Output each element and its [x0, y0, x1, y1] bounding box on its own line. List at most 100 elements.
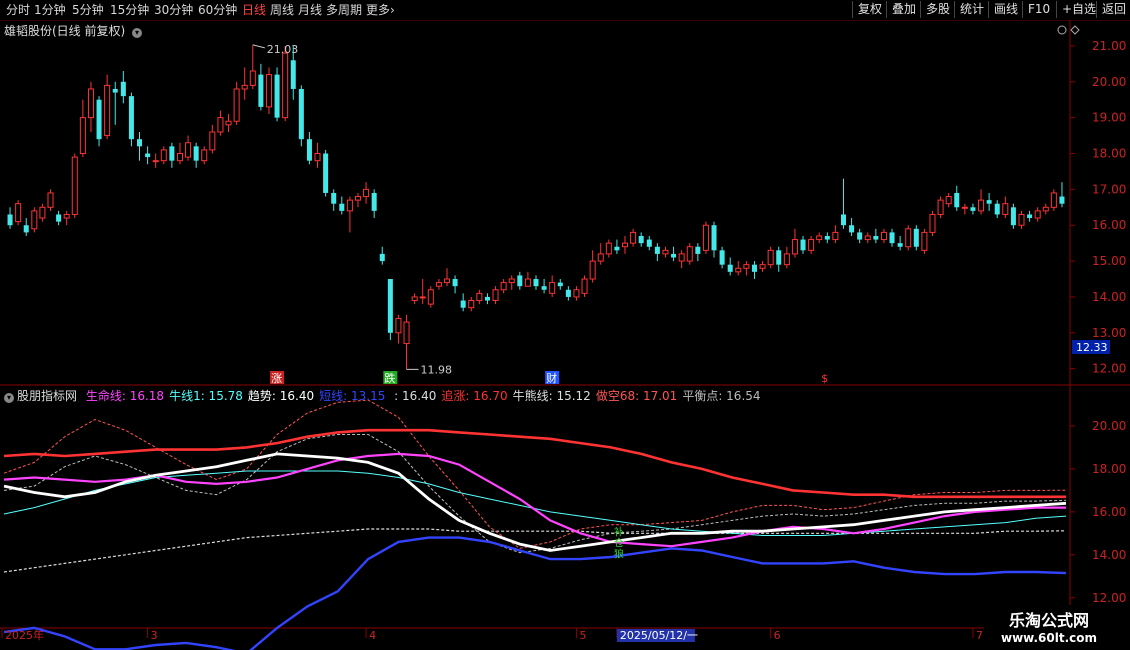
- indicator-value: 做空68: 17.01: [595, 389, 678, 403]
- candle-body: [524, 278, 531, 287]
- candle-body: [87, 88, 94, 119]
- period-tab[interactable]: 分时: [6, 2, 30, 18]
- toolbar-button[interactable]: F10: [1022, 1, 1056, 18]
- toolbar-button[interactable]: 返回: [1096, 1, 1130, 18]
- kline-chart[interactable]: 21.00 20.00 19.00 18.00 17.00 16.00 15.00 14.00…: [0, 20, 1130, 650]
- toolbar-button[interactable]: 复权: [852, 1, 886, 18]
- main-title: 雄韬股份(日线 前复权) ▾: [4, 22, 143, 39]
- candle-body: [339, 203, 345, 211]
- candle-body: [573, 289, 580, 298]
- candle-body: [435, 282, 442, 287]
- candle-body: [314, 153, 321, 162]
- candle-body: [354, 196, 361, 201]
- candle-body: [945, 196, 952, 205]
- toolbar-button[interactable]: 画线: [988, 1, 1022, 18]
- dropdown-icon[interactable]: ▾: [132, 28, 143, 38]
- candle-body: [880, 231, 887, 241]
- period-tab[interactable]: 5分钟: [72, 2, 104, 18]
- date-label: 2025年: [5, 628, 44, 642]
- candle-body: [63, 213, 70, 219]
- candle-body: [913, 228, 919, 247]
- toolbar-button[interactable]: +自选: [1056, 1, 1096, 18]
- price-tick-label: 18.00: [1092, 147, 1126, 161]
- candle-body: [581, 278, 588, 294]
- period-tab[interactable]: 日线: [242, 2, 266, 18]
- candle-body: [403, 321, 410, 345]
- period-tab[interactable]: 多周期: [326, 2, 362, 18]
- period-tab[interactable]: 60分钟: [198, 2, 237, 18]
- date-label: 5: [579, 629, 586, 642]
- candle-body: [176, 153, 183, 162]
- candle-body: [954, 192, 960, 208]
- signal-label: 补: [614, 525, 624, 538]
- candle-body: [702, 224, 709, 251]
- chevron-right-icon[interactable]: ›: [390, 2, 395, 18]
- candle-body: [152, 160, 159, 163]
- candle-body: [508, 278, 515, 284]
- candle-body: [832, 231, 839, 241]
- candle-body: [937, 199, 944, 215]
- candle-body: [533, 279, 539, 287]
- candle-body: [1002, 203, 1009, 215]
- candle-body: [986, 200, 992, 204]
- candle-body: [630, 231, 637, 244]
- candle-body: [638, 235, 644, 244]
- series-line: [3, 428, 1066, 499]
- low-label: 11.98: [421, 363, 453, 376]
- candle-body: [961, 206, 968, 209]
- diamond-icon: [1070, 25, 1080, 35]
- candle-body: [1059, 196, 1065, 204]
- date-label: 4: [369, 629, 376, 642]
- period-tab[interactable]: 周线: [270, 2, 294, 18]
- candle-body: [500, 282, 507, 291]
- price-tick-label: 20.00: [1092, 75, 1126, 89]
- candle-body: [719, 250, 725, 265]
- toolbar-button[interactable]: 统计: [954, 1, 988, 18]
- candle-body: [137, 139, 143, 147]
- price-tick-label: 21.00: [1092, 39, 1126, 53]
- toolbar-button[interactable]: 多股: [920, 1, 954, 18]
- candle-body: [549, 282, 556, 294]
- candle-body: [104, 84, 111, 137]
- candle-body: [427, 289, 434, 305]
- settings-icon[interactable]: ▾: [4, 393, 14, 403]
- candle-body: [646, 239, 652, 247]
- period-tab[interactable]: 15分钟: [110, 2, 149, 18]
- indicator-tick-label: 20.00: [1092, 419, 1126, 433]
- candle-body: [873, 235, 879, 240]
- toolbar-button[interactable]: 叠加: [886, 1, 920, 18]
- candle-body: [791, 239, 798, 255]
- candle-body: [443, 278, 451, 284]
- indicator-value: : 16.40: [390, 389, 437, 403]
- candle-body: [185, 142, 192, 158]
- candle-body: [128, 96, 134, 140]
- candle-body: [517, 275, 523, 287]
- candle-body: [290, 60, 296, 89]
- candle-body: [395, 317, 402, 334]
- candle-body: [371, 192, 377, 211]
- high-label: 21.03: [267, 43, 299, 56]
- candle-body: [816, 235, 823, 241]
- candle-body: [484, 296, 490, 301]
- series-line: [3, 452, 1067, 552]
- stock-title: 雄韬股份(日线 前复权): [4, 24, 126, 38]
- high-pointer: [252, 44, 265, 49]
- date-label: 3: [151, 629, 158, 642]
- candle-body: [419, 296, 426, 299]
- period-tab[interactable]: 月线: [298, 2, 322, 18]
- candle-body: [71, 156, 78, 215]
- indicator-value: 追涨: 16.70: [441, 389, 508, 403]
- candle-body: [759, 264, 766, 269]
- period-tab[interactable]: 30分钟: [154, 2, 193, 18]
- candle-body: [589, 260, 596, 280]
- candle-body: [767, 249, 774, 266]
- candle-body: [193, 146, 199, 161]
- date-label: 7: [976, 629, 983, 642]
- candle-body: [565, 289, 571, 297]
- period-tab[interactable]: 1分钟: [34, 2, 66, 18]
- candle-body: [476, 292, 483, 302]
- indicator-value: 短线: 13.15: [319, 389, 386, 403]
- candle-body: [23, 225, 29, 233]
- period-tab[interactable]: 更多: [366, 2, 390, 18]
- candle-body: [331, 192, 337, 204]
